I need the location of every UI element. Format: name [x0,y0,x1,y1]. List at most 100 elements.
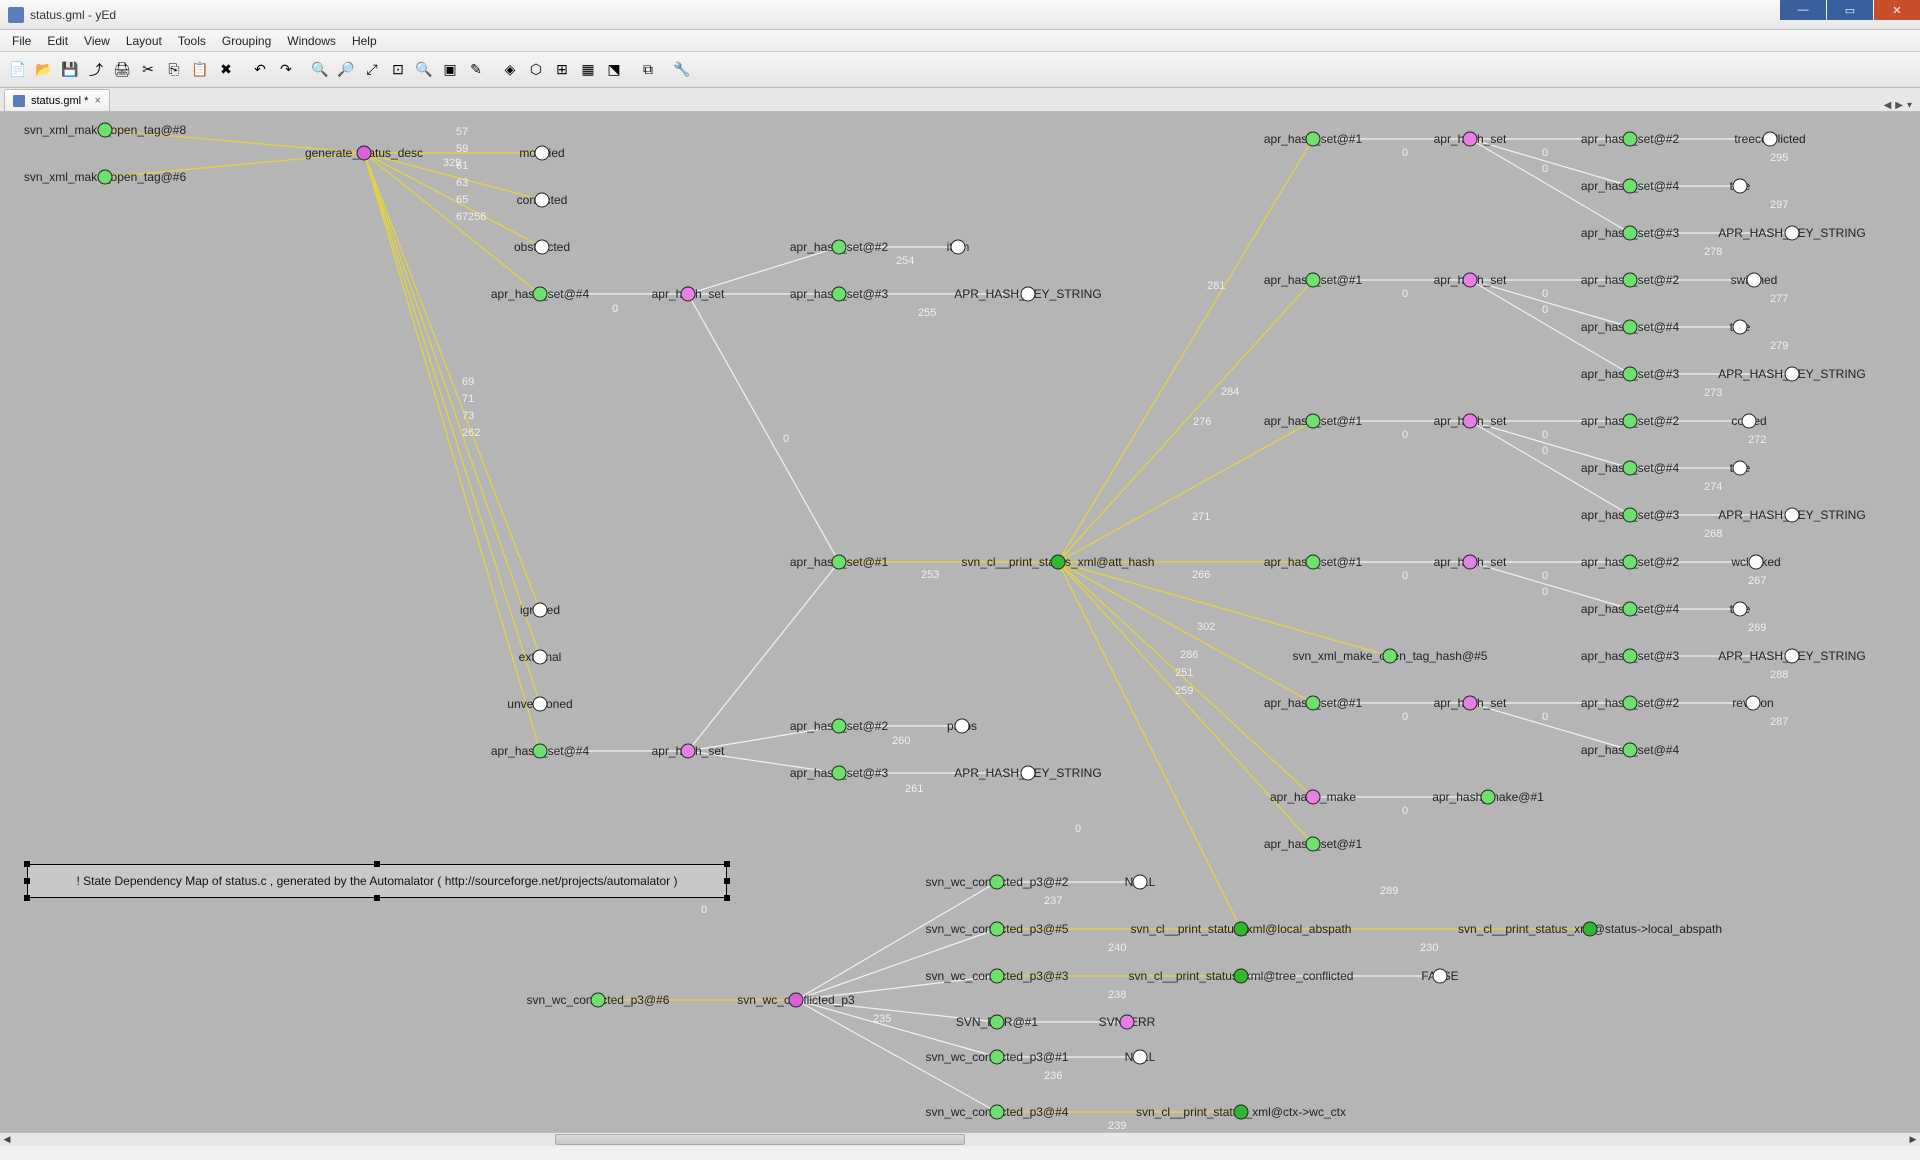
properties-icon[interactable]: 🔧 [670,58,694,82]
selection-handle[interactable] [24,861,30,867]
redo-icon[interactable]: ↷ [274,58,298,82]
magnify-icon[interactable]: 🔍 [412,58,436,82]
graph-node[interactable]: svn_xml_make_open_tag@#8 [24,123,187,137]
delete-icon[interactable]: ✖ [214,58,238,82]
selection-handle[interactable] [24,895,30,901]
graph-node[interactable]: apr_hash_set [1434,414,1507,428]
graph-node[interactable]: svn_xml_make_open_tag_hash@#5 [1293,649,1488,663]
layout-hier-icon[interactable]: ◈ [498,58,522,82]
graph-node[interactable]: apr_hash_set [652,287,725,301]
graph-node[interactable]: copied [1731,414,1766,428]
graph-node[interactable]: revision [1732,696,1773,710]
selection-handle[interactable] [374,895,380,901]
graph-node[interactable]: apr_hash_set [1434,696,1507,710]
edge[interactable] [1058,562,1241,929]
graph-node[interactable]: true [1730,179,1751,193]
graph-node[interactable]: APR_HASH_KEY_STRING [1718,367,1865,381]
new-file-icon[interactable]: 📄 [6,58,30,82]
save-icon[interactable]: 💾 [58,58,82,82]
graph-node[interactable]: apr_hash_set@#3 [790,766,889,780]
graph-node[interactable]: svn_cl__print_status_xml@att_hash [962,555,1155,569]
zoom-in-icon[interactable]: 🔍 [308,58,332,82]
graph-node[interactable]: apr_hash_set@#1 [1264,696,1363,710]
graph-node[interactable]: svn_wc_conflicted_p3@#3 [926,969,1069,983]
selection-handle[interactable] [374,861,380,867]
menu-help[interactable]: Help [344,32,385,50]
graph-node[interactable]: item [947,240,970,254]
cut-icon[interactable]: ✂ [136,58,160,82]
graph-node[interactable]: apr_hash_set@#2 [1581,273,1680,287]
scroll-left-icon[interactable]: ◀ [0,1133,14,1146]
edge[interactable] [1058,421,1313,562]
graph-node[interactable]: apr_hash_set@#2 [1581,414,1680,428]
tab-prev-icon[interactable]: ◀ [1884,100,1892,111]
graph-node[interactable]: true [1730,320,1751,334]
graph-node[interactable]: SVN_ERR@#1 [956,1015,1039,1029]
graph-node[interactable]: svn_wc_conflicted_p3@#5 [926,922,1069,936]
graph-node[interactable]: svn_wc_conflicted_p3@#4 [926,1105,1069,1119]
graph-node[interactable]: apr_hash_set@#1 [1264,837,1363,851]
graph-node[interactable]: apr_hash_set@#2 [1581,132,1680,146]
graph-node[interactable]: svn_cl__print_status_xml@local_abspath [1131,922,1352,936]
selection-handle[interactable] [724,878,730,884]
export-icon[interactable]: ⤴ [84,58,108,82]
zoom-sel-icon[interactable]: ⊡ [386,58,410,82]
graph-node[interactable]: treeconflicted [1734,132,1805,146]
graph-node[interactable]: apr_hash_set@#2 [790,719,889,733]
edge[interactable] [1058,562,1313,797]
selection-handle[interactable] [724,861,730,867]
graph-node[interactable]: apr_hash_set@#3 [1581,367,1680,381]
graph-node[interactable]: svn_cl__print_status_xml@ctx->wc_ctx [1136,1105,1346,1119]
graph-node[interactable]: apr_hash_set@#3 [1581,649,1680,663]
graph-node[interactable]: apr_hash_set@#4 [1581,320,1680,334]
graph-node[interactable]: apr_hash_set@#3 [790,287,889,301]
graph-node[interactable]: NULL [1125,875,1156,889]
tab-menu-icon[interactable]: ▾ [1907,100,1912,111]
edge[interactable] [364,153,540,610]
menu-edit[interactable]: Edit [39,32,76,50]
graph-node[interactable]: apr_hash_make@#1 [1432,790,1544,804]
copy-icon[interactable]: ⎘ [162,58,186,82]
layout-organic-icon[interactable]: ⬡ [524,58,548,82]
graph-node[interactable]: svn_cl__print_status_xml@tree_conflicted [1129,969,1354,983]
menu-view[interactable]: View [76,32,118,50]
graph-node[interactable]: conflicted [517,193,568,207]
tab-close-icon[interactable]: × [94,95,100,107]
menu-grouping[interactable]: Grouping [214,32,279,50]
edge[interactable] [1058,562,1313,703]
graph-node[interactable]: true [1730,461,1751,475]
graph-node[interactable]: apr_hash_set [652,744,725,758]
menu-tools[interactable]: Tools [170,32,214,50]
undo-icon[interactable]: ↶ [248,58,272,82]
menu-windows[interactable]: Windows [279,32,344,50]
graph-node[interactable]: unversioned [507,697,572,711]
graph-node[interactable]: APR_HASH_KEY_STRING [954,287,1101,301]
layout-grid-icon[interactable]: ▦ [576,58,600,82]
layout-tree-icon[interactable]: ⊞ [550,58,574,82]
graph-node[interactable]: props [947,719,977,733]
edge[interactable] [364,153,540,657]
graph-node[interactable]: apr_hash_set@#4 [1581,743,1680,757]
graph-node[interactable]: APR_HASH_KEY_STRING [1718,508,1865,522]
scroll-thumb[interactable] [555,1134,965,1145]
graph-node[interactable]: svn_wc_conflicted_p3@#6 [527,993,670,1007]
selection-handle[interactable] [724,895,730,901]
graph-node[interactable]: APR_HASH_KEY_STRING [1718,226,1865,240]
graph-node[interactable]: apr_hash_set [1434,273,1507,287]
graph-node[interactable]: apr_hash_set@#4 [1581,461,1680,475]
graph-node[interactable]: generate_status_desc [305,146,423,160]
edge[interactable] [364,153,540,294]
graph-node[interactable]: svn_cl__print_status_xml@status->local_a… [1458,922,1722,936]
graph-node[interactable]: apr_hash_set@#1 [1264,414,1363,428]
open-icon[interactable]: 📂 [32,58,56,82]
graph-node[interactable]: apr_hash_set@#4 [491,744,590,758]
graph-node[interactable]: true [1730,602,1751,616]
edge[interactable] [796,929,997,1000]
print-icon[interactable]: 🖨 [110,58,134,82]
edge[interactable] [364,153,540,704]
graph-node[interactable]: svn_wc_conflicted_p3 [737,993,855,1007]
edit-mode-icon[interactable]: ✎ [464,58,488,82]
graph-node[interactable]: svn_wc_conflicted_p3@#1 [926,1050,1069,1064]
graph-node[interactable]: apr_hash_set@#1 [1264,273,1363,287]
graph-node[interactable]: apr_hash_set@#2 [790,240,889,254]
